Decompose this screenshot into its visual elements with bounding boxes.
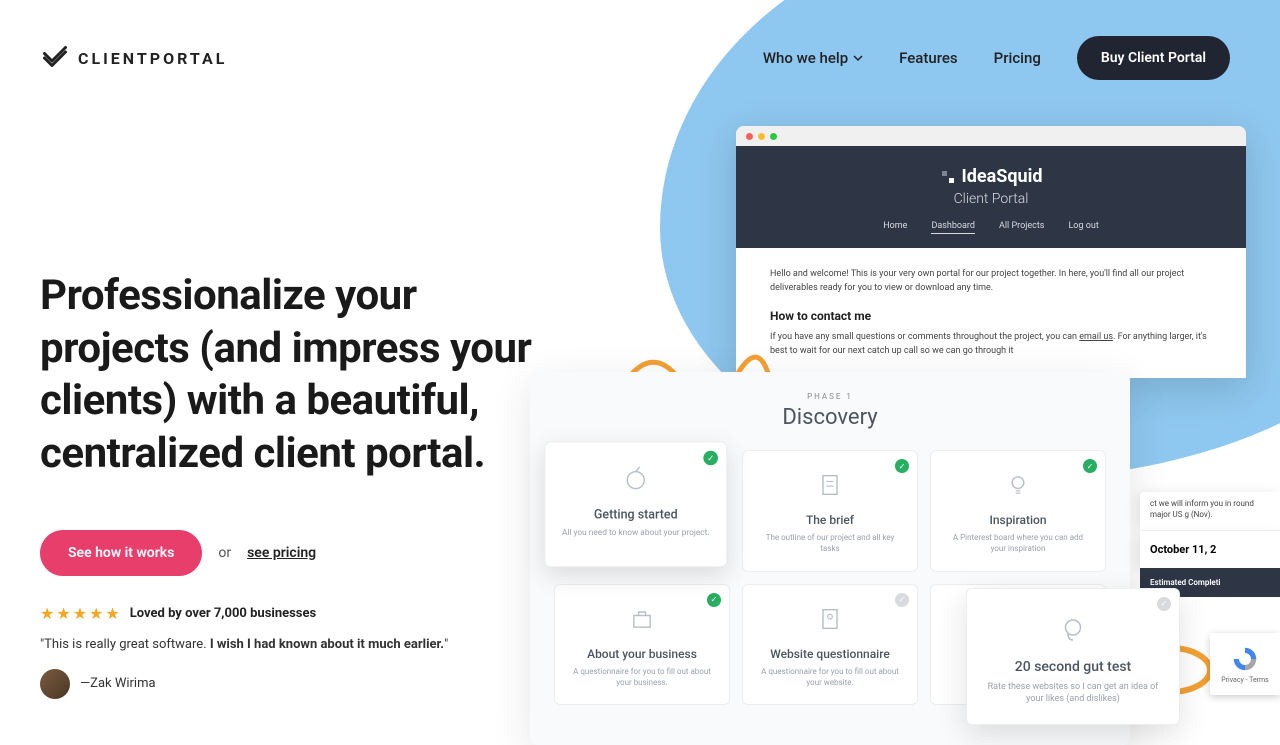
mock-nav: Home Dashboard All Projects Log out: [736, 221, 1246, 234]
avatar: [40, 669, 70, 699]
card-desc: All you need to know about your project.: [560, 527, 712, 539]
logo-icon: [40, 43, 70, 73]
hero-headline: Professionalize your projects (and impre…: [40, 270, 560, 480]
buy-button[interactable]: Buy Client Portal: [1077, 36, 1230, 80]
recaptcha-privacy-link[interactable]: Privacy - Terms: [1221, 676, 1269, 684]
mock-nav-logout: Log out: [1068, 221, 1098, 234]
product-mock-window: IdeaSquid Client Portal Home Dashboard A…: [736, 126, 1246, 378]
card-title: Website questionnaire: [757, 647, 903, 661]
testimonial-author: —Zak Wirima: [80, 676, 156, 691]
popout-desc: Rate these websites so I can get an idea…: [985, 681, 1161, 706]
phase-card: ✓ Inspiration A Pinterest board where yo…: [930, 450, 1106, 571]
phase-card: ✓ About your business A questionnaire fo…: [554, 584, 730, 705]
form-icon: [816, 605, 844, 633]
mock-contact-text: If you have any small questions or comme…: [770, 331, 1212, 358]
card-desc: A questionnaire for you to fill out abou…: [569, 666, 715, 688]
briefcase-icon: [628, 605, 656, 633]
check-icon: ✓: [707, 593, 721, 607]
mock-logo-icon: [940, 169, 956, 185]
social-proof-text: Loved by over 7,000 businesses: [130, 606, 316, 621]
window-minimize-icon: [758, 133, 765, 140]
mock-nav-home: Home: [883, 221, 907, 234]
pending-icon: ✓: [1157, 597, 1171, 611]
mock-nav-all-projects: All Projects: [999, 221, 1044, 234]
star-icon: ★: [40, 604, 54, 623]
nav-pricing[interactable]: Pricing: [994, 49, 1041, 67]
document-icon: [816, 471, 844, 499]
star-icon: ★: [73, 604, 87, 623]
testimonial-author-row: —Zak Wirima: [40, 669, 560, 699]
recaptcha-badge[interactable]: Privacy - Terms: [1210, 633, 1280, 695]
side-info-text: ct we will inform you in round major US …: [1140, 492, 1280, 530]
phase-card: ✓ Website questionnaire A questionnaire …: [742, 584, 918, 705]
mock-contact-heading: How to contact me: [770, 307, 1212, 325]
side-date: October 11, 2: [1140, 530, 1280, 568]
mock-email-link: email us: [1079, 332, 1113, 342]
brand-logo[interactable]: CLIENTPORTAL: [40, 43, 227, 73]
side-widget: ct we will inform you in round major US …: [1140, 492, 1280, 597]
see-how-button[interactable]: See how it works: [40, 530, 202, 576]
testimonial-quote: "This is really great software. I wish I…: [40, 635, 460, 655]
chevron-down-icon: [853, 53, 863, 63]
star-icon: ★: [105, 604, 119, 623]
star-rating: ★ ★ ★ ★ ★: [40, 604, 120, 623]
card-title: About your business: [569, 647, 715, 661]
mock-subtitle: Client Portal: [736, 191, 1246, 207]
mock-welcome-text: Hello and welcome! This is your very own…: [770, 268, 1212, 295]
star-icon: ★: [56, 604, 70, 623]
card-desc: A questionnaire for you to fill out abou…: [757, 666, 903, 688]
mock-app-header: IdeaSquid Client Portal Home Dashboard A…: [736, 146, 1246, 248]
cta-row: See how it works or see pricing: [40, 530, 560, 576]
apple-icon: [621, 463, 650, 492]
main-nav: Who we help Features Pricing Buy Client …: [763, 36, 1230, 80]
card-title: The brief: [757, 513, 903, 527]
or-text: or: [218, 545, 231, 561]
social-proof-row: ★ ★ ★ ★ ★ Loved by over 7,000 businesses: [40, 604, 560, 623]
pending-icon: ✓: [895, 593, 909, 607]
popout-card: ✓ 20 second gut test Rate these websites…: [966, 588, 1180, 725]
phase-label: PHASE 1: [554, 392, 1106, 401]
window-maximize-icon: [770, 133, 777, 140]
window-close-icon: [746, 133, 753, 140]
see-pricing-link[interactable]: see pricing: [247, 545, 316, 561]
check-icon: ✓: [895, 459, 909, 473]
lightbulb-icon: [1004, 471, 1032, 499]
recaptcha-icon: [1230, 644, 1260, 674]
star-icon: ★: [89, 604, 103, 623]
card-title: Getting started: [560, 507, 712, 522]
phase-title: Discovery: [554, 405, 1106, 430]
mock-nav-dashboard: Dashboard: [931, 221, 975, 234]
mock-body: Hello and welcome! This is your very own…: [736, 248, 1246, 378]
hero-section: Professionalize your projects (and impre…: [0, 80, 560, 699]
browser-chrome: [736, 126, 1246, 146]
head-icon: [1058, 615, 1088, 645]
nav-who-we-help[interactable]: Who we help: [763, 49, 863, 67]
card-title: Inspiration: [945, 513, 1091, 527]
phase-card: ✓ Getting started All you need to know a…: [544, 442, 727, 568]
popout-title: 20 second gut test: [985, 659, 1161, 675]
card-desc: A Pinterest board where you can add your…: [945, 532, 1091, 554]
brand-name: CLIENTPORTAL: [78, 49, 227, 68]
nav-features[interactable]: Features: [899, 49, 957, 67]
mock-brand: IdeaSquid: [736, 166, 1246, 187]
check-icon: ✓: [1083, 459, 1097, 473]
check-icon: ✓: [703, 451, 718, 466]
card-desc: The outline of our project and all key t…: [757, 532, 903, 554]
phase-card: ✓ The brief The outline of our project a…: [742, 450, 918, 571]
site-header: CLIENTPORTAL Who we help Features Pricin…: [0, 0, 1280, 80]
